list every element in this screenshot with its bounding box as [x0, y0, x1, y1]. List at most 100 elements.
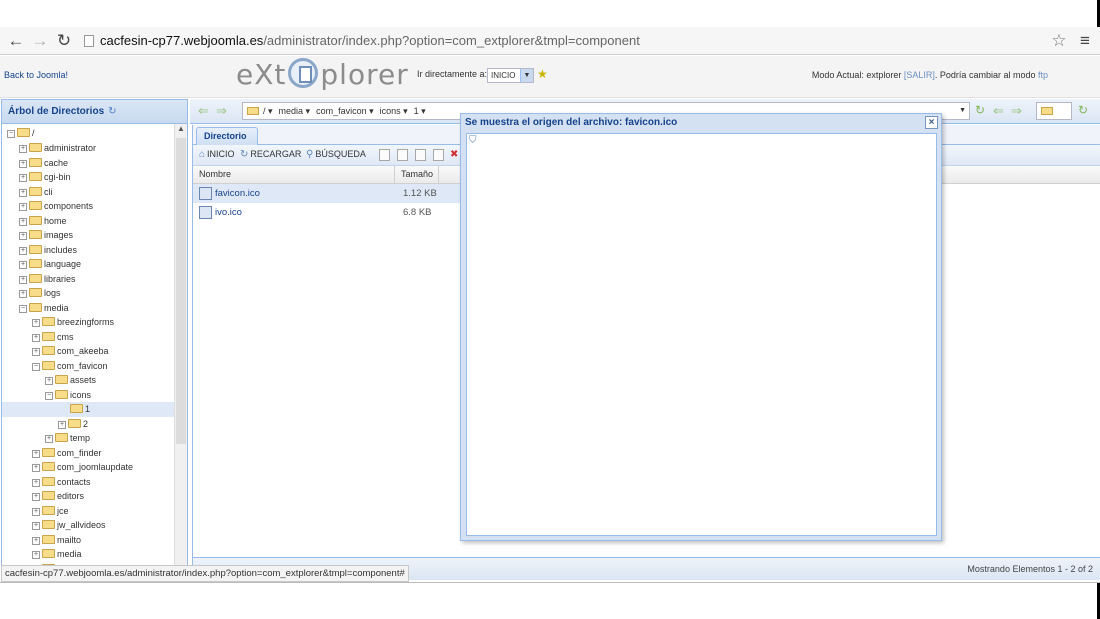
chevron-down-icon[interactable]: ▼ — [520, 69, 533, 82]
expand-icon[interactable]: + — [19, 159, 27, 168]
tree-node[interactable]: + home — [19, 214, 67, 229]
tree-node[interactable]: − media — [19, 301, 69, 316]
expand-icon[interactable]: + — [32, 522, 40, 530]
delete-button[interactable]: ✖ — [450, 149, 460, 160]
move-icon[interactable] — [433, 149, 444, 161]
tree-node[interactable]: + includes — [19, 243, 77, 258]
search-button[interactable]: ⚲ BÚSQUEDA — [306, 149, 366, 160]
collapse-icon[interactable]: − — [32, 362, 40, 371]
expand-icon[interactable]: + — [32, 464, 40, 472]
tab-directorio[interactable]: Directorio — [196, 127, 258, 145]
expand-icon[interactable]: + — [32, 551, 40, 559]
tree-node[interactable]: +2 — [58, 417, 88, 432]
breadcrumb-item[interactable]: icons ▾ — [380, 106, 408, 116]
tree-node[interactable]: + images — [19, 228, 73, 243]
collapse-icon[interactable]: − — [45, 391, 53, 400]
expand-icon[interactable]: + — [19, 261, 27, 269]
forward-arrow-icon[interactable]: ⇒ — [216, 103, 227, 119]
tree-node[interactable]: + cache — [19, 156, 68, 171]
forward-arrow-icon[interactable]: → — [29, 30, 51, 52]
tree-node[interactable]: + contacts — [32, 475, 91, 490]
tree-node[interactable]: + mailto — [32, 533, 81, 548]
back-to-joomla-link[interactable]: Back to Joomla! — [4, 70, 68, 80]
back-arrow-icon[interactable]: ← — [5, 30, 27, 52]
browser-menu-icon[interactable]: ≡ — [1074, 30, 1096, 52]
expand-icon[interactable]: + — [32, 507, 40, 516]
tree-node[interactable]: + libraries — [19, 272, 76, 287]
expand-icon[interactable]: + — [32, 449, 40, 458]
tree-node[interactable]: + assets — [45, 373, 96, 388]
collapse-icon[interactable]: − — [19, 304, 27, 313]
expand-icon[interactable]: + — [32, 333, 40, 342]
expand-icon[interactable]: + — [19, 290, 27, 298]
tree-node[interactable]: + components — [19, 199, 93, 214]
tree-scrollbar[interactable]: ▲ ▼ — [174, 124, 187, 578]
tree-node[interactable]: − com_favicon — [32, 359, 108, 374]
breadcrumb-item[interactable]: 1 ▾ — [414, 106, 426, 116]
expand-icon[interactable]: + — [45, 377, 53, 385]
expand-icon[interactable]: + — [19, 174, 27, 182]
tree-node[interactable]: + com_akeeba — [32, 344, 109, 359]
home-button[interactable]: ⌂ INICIO — [199, 149, 235, 160]
tree-node[interactable]: + language — [19, 257, 81, 272]
tree-node[interactable]: + logs — [19, 286, 61, 301]
dialog-header[interactable]: Se muestra el origen del archivo: favico… — [461, 114, 941, 132]
breadcrumb-item[interactable]: / ▾ — [263, 106, 273, 116]
reload-button[interactable]: ↻ RECARGAR — [240, 149, 301, 160]
tree-node[interactable]: − icons — [45, 388, 91, 403]
expand-icon[interactable]: + — [19, 188, 27, 197]
tree-node[interactable]: + media — [32, 547, 82, 562]
back-arrow-icon[interactable]: ⇐ — [198, 103, 209, 119]
scroll-up-icon[interactable]: ▲ — [175, 124, 187, 136]
expand-icon[interactable]: + — [32, 478, 40, 487]
file-row[interactable]: ivo.ico 6.8 KB — [193, 203, 461, 222]
expand-icon[interactable]: + — [19, 275, 27, 284]
expand-icon[interactable]: + — [19, 203, 27, 211]
column-size[interactable]: Tamaño — [395, 166, 439, 184]
tree-node[interactable]: + com_joomlaupdate — [32, 460, 133, 475]
tree-node[interactable]: + breezingforms — [32, 315, 114, 330]
expand-icon[interactable]: + — [32, 319, 40, 327]
scroll-thumb[interactable] — [176, 138, 186, 444]
breadcrumb-item[interactable]: media ▾ — [279, 106, 311, 116]
bookmark-star-icon[interactable]: ☆ — [1048, 30, 1070, 52]
tree-node[interactable]: + jce — [32, 504, 69, 519]
expand-icon[interactable]: + — [19, 217, 27, 226]
expand-icon[interactable]: + — [32, 493, 40, 501]
address-bar[interactable]: cacfesin-cp77.webjoomla.es/administrator… — [80, 30, 1072, 52]
ftp-mode-link[interactable]: ftp — [1038, 70, 1048, 80]
tree-node[interactable]: + cli — [19, 185, 53, 200]
refresh-icon[interactable]: ↻ — [975, 103, 985, 117]
expand-icon[interactable]: + — [58, 420, 66, 429]
new-file-icon[interactable] — [379, 149, 390, 161]
tree-node[interactable]: + jw_allvideos — [32, 518, 106, 533]
close-icon[interactable]: × — [925, 116, 938, 129]
column-name[interactable]: Nombre — [193, 166, 395, 184]
expand-icon[interactable]: + — [45, 435, 53, 443]
tree-node[interactable]: + com_finder — [32, 446, 102, 461]
expand-icon[interactable]: + — [19, 246, 27, 255]
expand-icon[interactable]: + — [32, 348, 40, 356]
refresh-tree-icon[interactable]: ↻ — [108, 106, 116, 117]
logout-link[interactable]: [SALIR] — [904, 70, 935, 80]
refresh-icon[interactable]: ↻ — [1078, 103, 1088, 117]
file-row[interactable]: favicon.ico 1.12 KB — [193, 184, 461, 203]
breadcrumb-item[interactable]: com_favicon ▾ — [316, 106, 374, 116]
expand-icon[interactable]: + — [19, 145, 27, 153]
edit-icon[interactable] — [397, 149, 408, 161]
tree-root[interactable]: − / — [7, 126, 35, 141]
goto-select[interactable]: INICIO ▼ — [487, 68, 534, 83]
tree-node[interactable]: + cgi-bin — [19, 170, 71, 185]
collapse-icon[interactable]: − — [7, 130, 15, 138]
expand-icon[interactable]: + — [32, 536, 40, 545]
back-arrow-icon[interactable]: ⇐ — [993, 103, 1004, 119]
tree-node[interactable]: + editors — [32, 489, 84, 504]
tree-node[interactable]: + administrator — [19, 141, 96, 156]
chevron-down-icon[interactable]: ▼ — [959, 103, 966, 119]
go-star-icon[interactable]: ★ — [537, 67, 548, 81]
tree-node[interactable]: + cms — [32, 330, 74, 345]
tree-node[interactable]: + temp — [45, 431, 90, 446]
forward-arrow-icon[interactable]: ⇒ — [1011, 103, 1022, 119]
tree-node[interactable]: 1 — [2, 402, 174, 417]
copy-icon[interactable] — [415, 149, 426, 161]
